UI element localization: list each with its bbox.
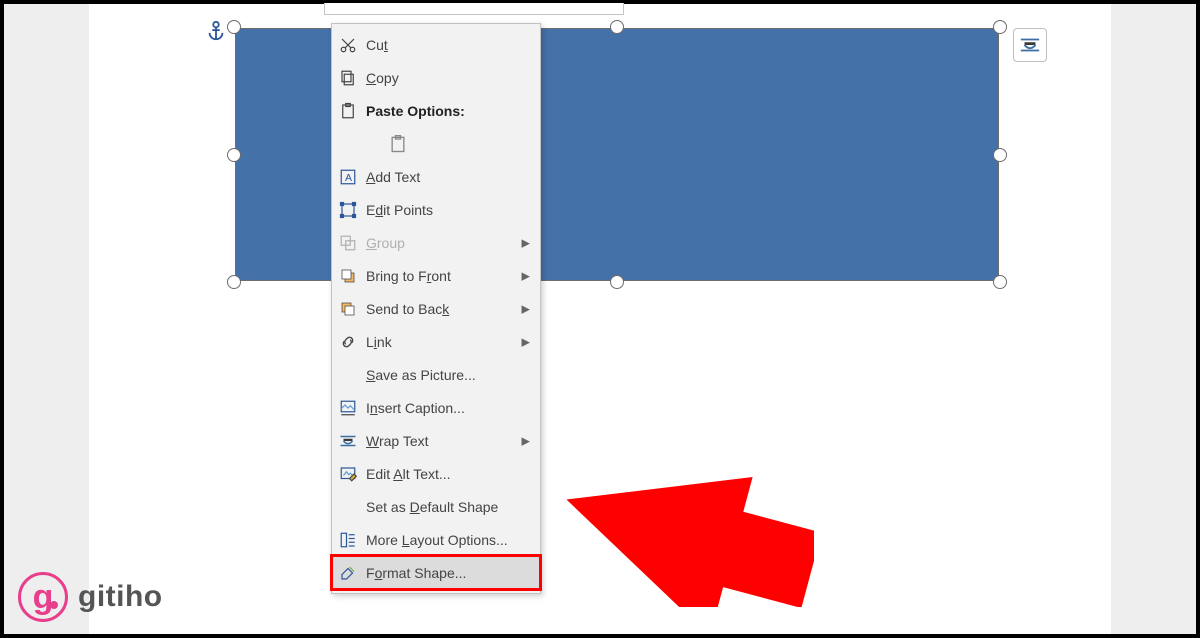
menu-add-text[interactable]: A Add Text <box>332 160 540 193</box>
menu-wrap-text-label: Wrap Text <box>366 433 429 449</box>
menu-copy[interactable]: Copy <box>332 61 540 94</box>
layout-options-button[interactable] <box>1013 28 1047 62</box>
group-icon <box>338 233 358 253</box>
bring-front-icon <box>338 266 358 286</box>
menu-edit-alt-text[interactable]: Edit Alt Text... <box>332 457 540 490</box>
link-icon <box>338 332 358 352</box>
resize-handle-ne[interactable] <box>993 20 1007 34</box>
menu-save-as-picture[interactable]: Save as Picture... <box>332 358 540 391</box>
menu-insert-caption[interactable]: Insert Caption... <box>332 391 540 424</box>
menu-cut[interactable]: Cut <box>332 28 540 61</box>
menu-add-text-label: Add Text <box>366 169 420 185</box>
menu-send-back-label: Send to Back <box>366 301 449 317</box>
watermark-text: gitiho <box>78 580 163 614</box>
insert-caption-icon <box>338 398 358 418</box>
menu-set-default-shape[interactable]: Set as Default Shape <box>332 490 540 523</box>
menu-save-as-picture-label: Save as Picture... <box>366 367 476 383</box>
menu-copy-label: Copy <box>366 70 399 86</box>
resize-handle-se[interactable] <box>993 275 1007 289</box>
menu-more-layout-options[interactable]: More Layout Options... <box>332 523 540 556</box>
right-gutter <box>1111 4 1196 634</box>
paste-option-icon <box>388 134 408 154</box>
menu-set-default-shape-label: Set as Default Shape <box>366 499 498 515</box>
menu-group: Group ▶ <box>332 226 540 259</box>
menu-more-layout-label: More Layout Options... <box>366 532 508 548</box>
menu-format-shape[interactable]: Format Shape... <box>332 556 540 589</box>
menu-paste-options-header: Paste Options: <box>332 94 540 127</box>
format-shape-icon <box>338 563 358 583</box>
copy-icon <box>338 68 358 88</box>
resize-handle-sw[interactable] <box>227 275 241 289</box>
submenu-arrow-icon: ▶ <box>522 236 530 249</box>
submenu-arrow-icon: ▶ <box>522 302 530 315</box>
left-gutter <box>4 4 89 634</box>
menu-edit-alt-text-label: Edit Alt Text... <box>366 466 451 482</box>
menu-edit-points[interactable]: Edit Points <box>332 193 540 226</box>
menu-edit-points-label: Edit Points <box>366 202 433 218</box>
resize-handle-n[interactable] <box>610 20 624 34</box>
annotation-arrow <box>559 442 814 607</box>
menu-send-to-back[interactable]: Send to Back ▶ <box>332 292 540 325</box>
submenu-arrow-icon: ▶ <box>522 269 530 282</box>
context-menu: Cut Copy Paste Options: A Add Text <box>331 23 541 594</box>
submenu-arrow-icon: ▶ <box>522 434 530 447</box>
more-layout-icon <box>338 530 358 550</box>
submenu-arrow-icon: ▶ <box>522 335 530 348</box>
menu-insert-caption-label: Insert Caption... <box>366 400 465 416</box>
resize-handle-w[interactable] <box>227 148 241 162</box>
menu-bring-front-label: Bring to Front <box>366 268 451 284</box>
paste-icon <box>338 101 358 121</box>
resize-handle-s[interactable] <box>610 275 624 289</box>
send-back-icon <box>338 299 358 319</box>
menu-paste-options-label: Paste Options: <box>366 103 465 119</box>
menu-cut-label: Cut <box>366 37 388 53</box>
anchor-icon <box>205 20 227 42</box>
menu-link[interactable]: Link ▶ <box>332 325 540 358</box>
menu-format-shape-label: Format Shape... <box>366 565 466 581</box>
watermark-logo-icon: g <box>18 572 68 622</box>
menu-bring-to-front[interactable]: Bring to Front ▶ <box>332 259 540 292</box>
menu-wrap-text[interactable]: Wrap Text ▶ <box>332 424 540 457</box>
menu-group-label: Group <box>366 235 405 251</box>
menu-link-label: Link <box>366 334 392 350</box>
watermark: g gitiho <box>18 572 163 622</box>
menu-paste-option-keep[interactable] <box>332 127 540 160</box>
add-text-icon: A <box>338 167 358 187</box>
svg-text:A: A <box>345 171 352 183</box>
ribbon-fragment <box>324 3 624 15</box>
edit-points-icon <box>338 200 358 220</box>
document-area: Cut Copy Paste Options: A Add Text <box>89 4 1111 634</box>
resize-handle-e[interactable] <box>993 148 1007 162</box>
alt-text-icon <box>338 464 358 484</box>
cut-icon <box>338 35 358 55</box>
resize-handle-nw[interactable] <box>227 20 241 34</box>
wrap-text-icon <box>338 431 358 451</box>
